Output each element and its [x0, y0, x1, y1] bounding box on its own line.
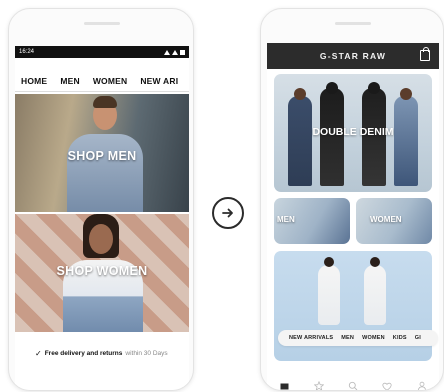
arrow-right-circle-icon — [212, 197, 244, 229]
feature-model-2 — [364, 265, 386, 325]
shop-women-label: SHOP WOMEN — [56, 264, 148, 278]
denim-model-1-head — [294, 88, 306, 100]
men-card-label: MEN — [277, 215, 295, 224]
denim-model-4 — [394, 96, 418, 186]
pill-kids[interactable]: KIDS — [393, 335, 407, 341]
nav-home[interactable]: HOME — [21, 76, 47, 86]
women-card[interactable]: WOMEN — [356, 198, 432, 244]
pill-men[interactable]: MEN — [341, 335, 354, 341]
pill-new-arrivals[interactable]: NEW ARRIVALS — [289, 335, 333, 341]
shop-men-label: SHOP MEN — [67, 149, 137, 163]
left-screen: 16:24 HOME MEN WOMEN NEW ARI SHOP MEN SH… — [15, 46, 189, 390]
shop-men-banner[interactable]: SHOP MEN — [15, 94, 189, 212]
category-pill-nav: NEW ARRIVALS MEN WOMEN KIDS GI — [278, 330, 438, 346]
feature-model-1-head — [324, 257, 334, 267]
men-model-hair — [93, 96, 117, 108]
left-phone: 16:24 HOME MEN WOMEN NEW ARI SHOP MEN SH… — [8, 8, 194, 391]
nav-new-arrivals[interactable]: NEW ARI — [140, 76, 178, 86]
feature-model-2-head — [370, 257, 380, 267]
user-icon[interactable] — [417, 381, 427, 390]
delivery-subtext: within 30 Days — [125, 349, 168, 357]
arrow-right-icon — [222, 208, 233, 218]
brand-logo[interactable]: G-STAR RAW — [320, 51, 386, 61]
shopping-bag-icon[interactable] — [420, 47, 430, 61]
men-model-photo — [67, 134, 143, 212]
denim-model-3-head — [368, 82, 380, 94]
denim-model-1 — [288, 96, 312, 186]
women-model-head — [89, 224, 113, 254]
right-phone: G-STAR RAW DOUBLE DENIM MEN WOMEN NEW AR… — [260, 8, 444, 391]
home-icon[interactable] — [279, 381, 289, 390]
double-denim-label: DOUBLE DENIM — [312, 126, 394, 138]
status-time: 16:24 — [19, 49, 35, 55]
delivery-banner: ✓ Free delivery and returns within 30 Da… — [15, 346, 189, 360]
double-denim-card[interactable]: DOUBLE DENIM — [274, 74, 432, 192]
wifi-icon — [164, 49, 170, 55]
denim-model-2-head — [326, 82, 338, 94]
delivery-text: Free delivery and returns — [44, 349, 123, 357]
heart-icon[interactable] — [382, 381, 392, 390]
top-nav: HOME MEN WOMEN NEW ARI — [15, 70, 189, 92]
app-header: G-STAR RAW — [267, 43, 439, 69]
shop-women-banner[interactable]: SHOP WOMEN — [15, 214, 189, 332]
signal-icon — [172, 49, 178, 55]
status-bar: 16:24 — [15, 46, 189, 58]
women-card-label: WOMEN — [370, 215, 402, 224]
check-icon: ✓ — [35, 348, 42, 358]
speaker-grille — [84, 22, 120, 25]
status-icons — [164, 49, 185, 55]
pill-more[interactable]: GI — [415, 335, 421, 341]
feature-model-1 — [318, 265, 340, 325]
speaker-grille — [335, 22, 371, 25]
men-card[interactable]: MEN — [274, 198, 350, 244]
nav-women[interactable]: WOMEN — [93, 76, 128, 86]
star-icon[interactable] — [313, 381, 324, 390]
search-icon[interactable] — [348, 381, 358, 390]
nav-men[interactable]: MEN — [60, 76, 80, 86]
denim-model-4-head — [400, 88, 412, 100]
battery-icon — [180, 49, 185, 55]
pill-women[interactable]: WOMEN — [362, 335, 385, 341]
right-screen: G-STAR RAW DOUBLE DENIM MEN WOMEN NEW AR… — [267, 43, 439, 390]
bottom-tab-bar — [267, 380, 439, 390]
